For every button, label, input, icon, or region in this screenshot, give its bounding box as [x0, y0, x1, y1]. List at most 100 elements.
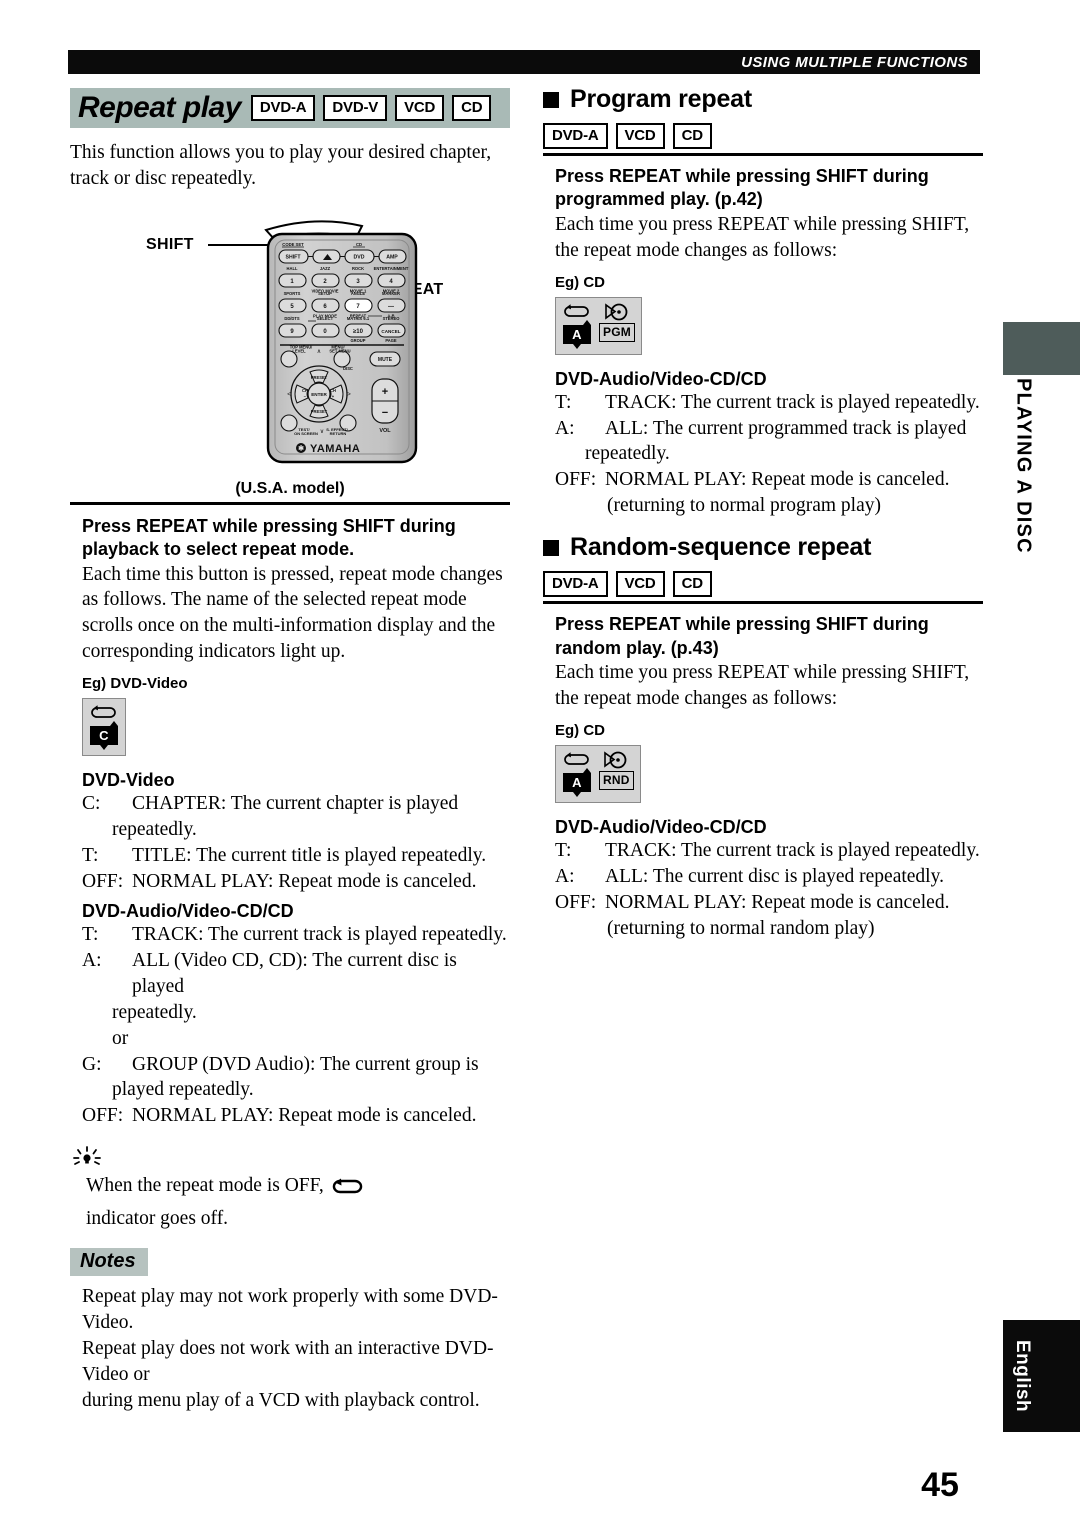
svg-text:DISC: DISC: [343, 366, 353, 371]
svg-text:JAZZ: JAZZ: [320, 266, 331, 271]
program-mode-list: T: TRACK: The current track is played re…: [555, 390, 983, 520]
dvd-video-mode-list: C: CHAPTER: The current chapter is playe…: [70, 791, 510, 895]
tip-block: When the repeat mode is OFF, indicator g…: [70, 1145, 510, 1232]
repeat-loop-icon: [91, 705, 116, 719]
random-tag: RND: [599, 770, 634, 790]
instruction-heading-left: Press REPEAT while pressing SHIFT during…: [82, 515, 456, 560]
mode-key: T:: [555, 391, 572, 413]
disc-badge-dvd-v: DVD-V: [323, 95, 388, 121]
svg-text:VIDEO MOVIE: VIDEO MOVIE: [311, 288, 338, 293]
disc-badge-dvd-a: DVD-A: [543, 123, 608, 149]
list-item: T: TRACK: The current track is played re…: [555, 838, 983, 864]
repeat-indicator-cell: A: [562, 302, 592, 349]
svg-text:VOL: VOL: [379, 428, 391, 434]
svg-text:YAMAHA: YAMAHA: [310, 443, 360, 455]
svg-text:SHIFT: SHIFT: [286, 254, 302, 260]
mode-desc: GROUP (DVD Audio): The current group is: [132, 1053, 479, 1075]
notes-body: Repeat play may not work properly with s…: [70, 1284, 510, 1414]
notes-label: Notes: [70, 1248, 148, 1277]
note-line: during menu play of a VCD with playback …: [82, 1389, 480, 1411]
mode-desc: CHAPTER: The current chapter is played: [132, 793, 459, 815]
page-number: 45: [921, 1466, 959, 1504]
svg-text:✻: ✻: [298, 444, 304, 452]
svg-text:≥10: ≥10: [353, 329, 364, 335]
program-repeat-title: Program repeat: [570, 85, 752, 113]
mode-key: T:: [555, 839, 572, 861]
note-line: Repeat play may not work properly with s…: [82, 1286, 498, 1334]
mode-desc: NORMAL PLAY: Repeat mode is canceled.: [132, 1105, 477, 1127]
list-item: OFF: NORMAL PLAY: Repeat mode is cancele…: [555, 467, 983, 493]
list-item: G: GROUP (DVD Audio): The current group …: [82, 1052, 510, 1078]
display-indicator-program: A PGM: [555, 296, 642, 355]
disc-badge-cd: CD: [672, 123, 712, 149]
mode-key: T:: [82, 845, 99, 867]
svg-text:<: <: [287, 392, 291, 398]
language-tab-text: English: [1012, 1339, 1033, 1413]
tip-text-after: indicator goes off.: [86, 1208, 229, 1230]
mode-desc: ALL: The current disc is played repeated…: [605, 865, 944, 887]
program-closing-note: (returning to normal program play): [607, 495, 881, 517]
dvd-audio-heading-left: DVD-Audio/Video-CD/CD: [82, 900, 294, 921]
mode-key: A:: [555, 865, 575, 887]
list-item: T: TRACK: The current track is played re…: [555, 390, 983, 416]
mode-key: A:: [82, 949, 102, 971]
remote-control-figure: SHIFT REPEAT: [70, 212, 510, 502]
intro-paragraph: This function allows you to play your de…: [70, 142, 492, 190]
arrow-down-icon: [99, 745, 108, 751]
mode-desc: NORMAL PLAY: Repeat mode is canceled.: [132, 870, 477, 892]
random-example-label: Eg) CD: [555, 721, 605, 739]
list-item: A: ALL (Video CD, CD): The current disc …: [82, 948, 510, 1000]
mode-desc-cont: repeatedly.: [585, 443, 670, 465]
program-repeat-badges: DVD-A VCD CD: [543, 123, 983, 149]
repeat-loop-icon: [564, 752, 589, 765]
mode-desc: TRACK: The current track is played repea…: [605, 839, 980, 861]
mode-desc-cont: repeatedly.: [112, 819, 197, 841]
section-rule-program: [543, 153, 983, 156]
instruction-body-left: Each time this button is pressed, repeat…: [82, 563, 503, 663]
mode-key: G:: [82, 1053, 102, 1075]
svg-text:RETURN: RETURN: [330, 431, 347, 436]
random-closing-note: (returning to normal random play): [607, 917, 875, 939]
random-kind-heading: DVD-Audio/Video-CD/CD: [555, 816, 767, 837]
mode-desc: TRACK: The current track is played repea…: [605, 391, 980, 413]
svg-text:DVD: DVD: [354, 254, 365, 260]
mode-desc: NORMAL PLAY: Repeat mode is canceled.: [605, 469, 950, 491]
section-rule-random: [543, 601, 983, 605]
svg-text:—: —: [388, 304, 394, 310]
square-bullet-icon: [543, 539, 559, 556]
repeat-loop-icon-inline: [332, 1178, 363, 1193]
mode-key: OFF:: [555, 469, 597, 491]
mode-key: C:: [82, 793, 101, 815]
svg-text:GROUP: GROUP: [350, 338, 365, 343]
svg-text:MUTE: MUTE: [378, 357, 393, 363]
svg-text:A-B: A-B: [387, 313, 394, 318]
svg-text:ENTER: ENTER: [311, 392, 327, 397]
repeat-mode-tag: A: [563, 324, 591, 344]
disc-badge-group: DVD-A DVD-V VCD CD: [250, 95, 492, 121]
disc-badge-dvd-a: DVD-A: [250, 95, 316, 121]
disc-badge-vcd: VCD: [615, 123, 665, 149]
svg-text:DD/DTS: DD/DTS: [284, 316, 300, 321]
random-play-icon: [604, 751, 627, 769]
svg-text:+: +: [382, 386, 388, 398]
dvd-video-heading: DVD-Video: [82, 770, 175, 791]
random-instruction-body: Each time you press REPEAT while pressin…: [555, 662, 970, 709]
tip-text: When the repeat mode is OFF, indicator g…: [70, 1173, 510, 1232]
figure-caption: (U.S.A. model): [235, 479, 345, 497]
svg-text:CODE SET: CODE SET: [282, 242, 304, 247]
svg-text:ON SCREEN: ON SCREEN: [294, 431, 318, 436]
arrow-down-icon: [572, 343, 581, 349]
mode-alternative-or: or: [112, 1027, 129, 1049]
program-tag: PGM: [599, 322, 635, 342]
svg-text:>: >: [347, 392, 351, 398]
random-repeat-badges: DVD-A VCD CD: [543, 571, 983, 598]
program-instruction-heading: Press REPEAT while pressing SHIFT during…: [555, 166, 929, 210]
repeat-mode-tag: C: [90, 726, 118, 746]
svg-text:REPEAT: REPEAT: [350, 313, 367, 318]
program-example-label: Eg) CD: [555, 273, 605, 291]
square-bullet-icon: [543, 91, 559, 108]
right-column: Program repeat DVD-A VCD CD Press REPEAT…: [543, 85, 983, 942]
disc-badge-vcd: VCD: [395, 95, 445, 121]
svg-text:SET MENU: SET MENU: [329, 348, 350, 353]
svg-text:MOVIE 2: MOVIE 2: [383, 288, 400, 293]
